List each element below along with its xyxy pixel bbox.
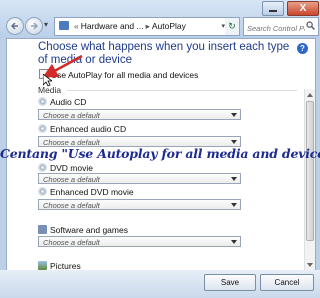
mouse-cursor-icon xyxy=(42,73,54,92)
autoplay-window: X ▾ «Hardware and ...▸AutoPlay ▾ ↻ ? Cho… xyxy=(0,0,320,298)
red-arrow-line xyxy=(42,54,83,78)
annotation-text: Centang "Use Autoplay for all media and … xyxy=(0,146,320,161)
